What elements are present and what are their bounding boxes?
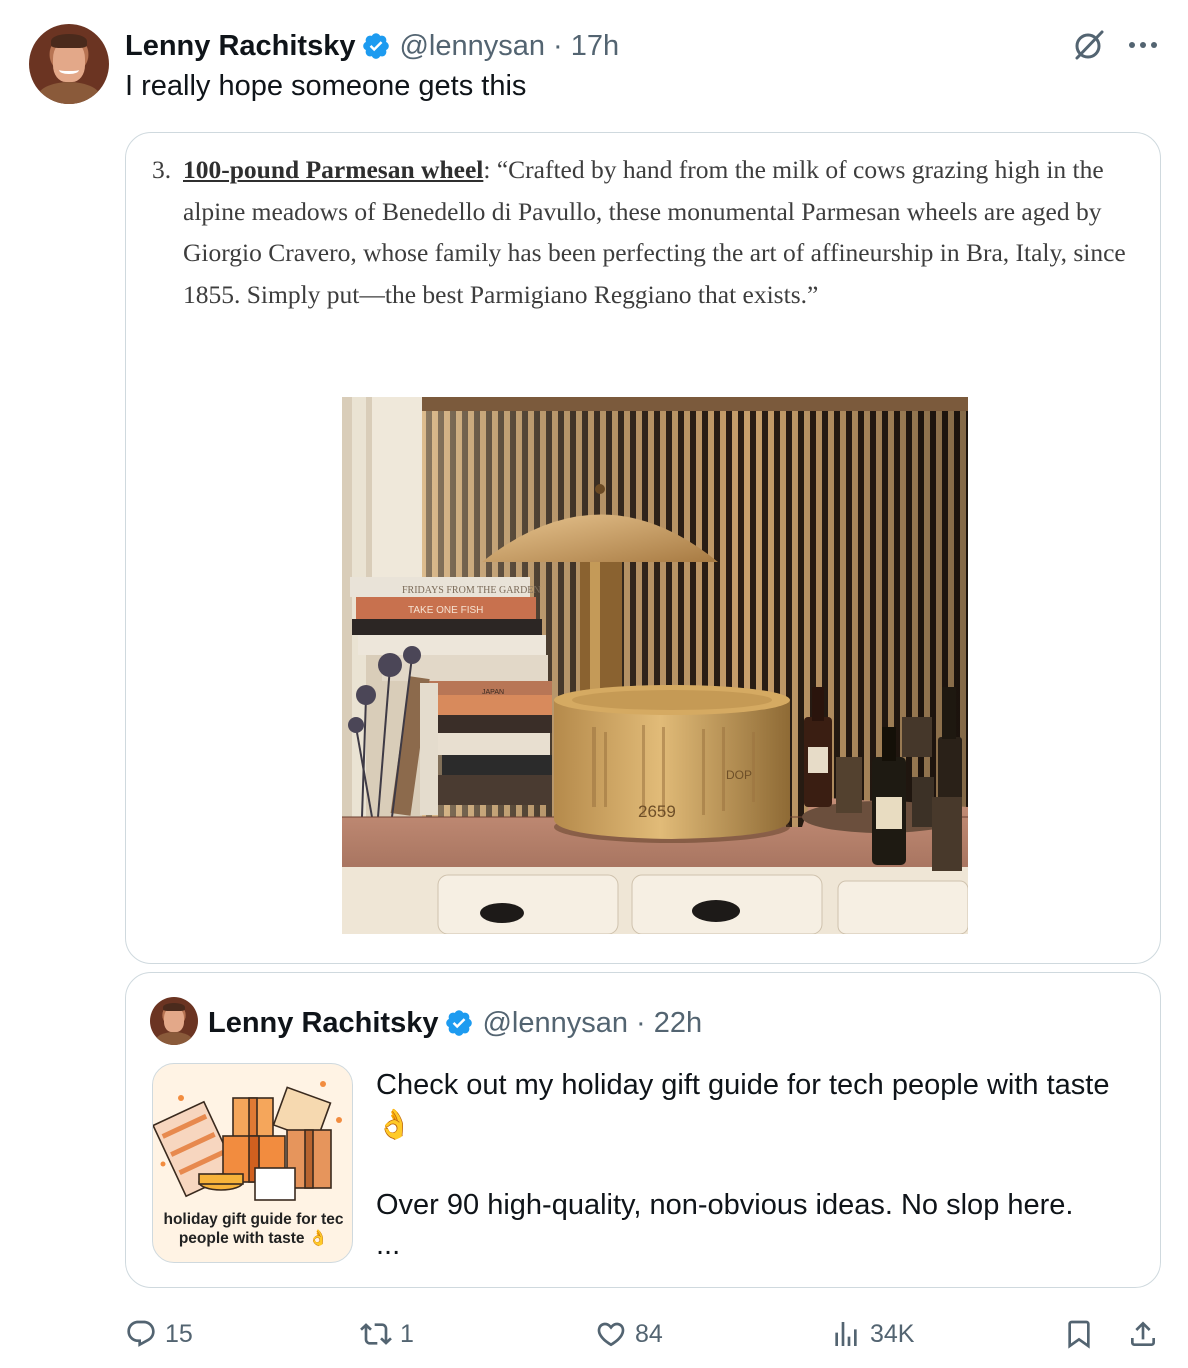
verified-badge-icon (446, 1010, 473, 1036)
avatar-smile (59, 66, 79, 74)
book-spine-1: FRIDAYS FROM THE GARDEN (402, 585, 541, 596)
share-icon (1131, 1321, 1155, 1346)
more-dot-icon (1140, 42, 1146, 48)
book-spine-3: JAPAN (482, 689, 504, 696)
gift-boxes-illustration (153, 1081, 342, 1201)
avatar-hair (50, 33, 88, 48)
reply-button[interactable]: 15 (125, 1310, 193, 1358)
repost-icon (360, 1323, 392, 1345)
more-dot-icon (1129, 42, 1135, 48)
tweet-header: Lenny Rachitsky @lennysan · 17h (125, 26, 619, 66)
cheese-mark-number: 2659 (638, 802, 676, 821)
grok-icon[interactable] (1072, 28, 1106, 62)
avatar-shirt (154, 1031, 194, 1045)
reply-icon (127, 1320, 155, 1347)
book-spine-2: TAKE ONE FISH (408, 605, 483, 616)
quoted-tweet-text: Check out my holiday gift guide for tech… (376, 1065, 1146, 1265)
avatar-shirt (37, 81, 101, 104)
header-separator: · (636, 1006, 646, 1039)
share-button[interactable] (1127, 1310, 1159, 1358)
avatar-hair (162, 1002, 186, 1012)
tweet-timestamp[interactable]: 17h (571, 30, 619, 63)
excerpt-number: 3. (152, 155, 172, 184)
views-button[interactable]: 34K (830, 1310, 914, 1358)
author-name[interactable]: Lenny Rachitsky (125, 30, 355, 63)
quoted-line-1: Check out my holiday gift guide for tech… (376, 1069, 1110, 1141)
views-bar-chart-icon (835, 1322, 857, 1346)
heart-icon (597, 1322, 625, 1347)
thumbnail-caption: holiday gift guide for tec people with t… (153, 1210, 352, 1248)
tweet-media-card[interactable]: 3. 100-pound Parmesan wheel: “Crafted by… (125, 132, 1161, 964)
cheese-mark-dop: DOP (726, 768, 752, 782)
quoted-tweet-card[interactable]: Lenny Rachitsky @lennysan · 22h holiday … (125, 972, 1161, 1288)
gift-guide-thumbnail[interactable]: holiday gift guide for tec people with t… (152, 1063, 353, 1263)
like-button[interactable]: 84 (595, 1310, 663, 1358)
quoted-author-avatar[interactable] (150, 997, 198, 1045)
quoted-ellipsis: ... (376, 1229, 401, 1261)
bookmark-button[interactable] (1063, 1310, 1095, 1358)
bookmark-icon (1068, 1320, 1090, 1349)
author-handle[interactable]: @lennysan (399, 30, 545, 63)
article-excerpt: 3. 100-pound Parmesan wheel: “Crafted by… (152, 149, 1142, 315)
excerpt-body: 100-pound Parmesan wheel: “Crafted by ha… (183, 149, 1142, 315)
quoted-line-2: Over 90 high-quality, non-obvious ideas.… (376, 1189, 1074, 1221)
repost-button[interactable]: 1 (360, 1310, 414, 1358)
tweet-action-bar: 15 1 84 34K (125, 1310, 1165, 1360)
quoted-tweet-header: Lenny Rachitsky @lennysan · 22h (208, 1003, 702, 1043)
excerpt-link[interactable]: 100-pound Parmesan wheel (183, 155, 483, 184)
header-separator: · (553, 29, 563, 62)
more-dot-icon (1151, 42, 1157, 48)
thumbnail-caption-text: holiday gift guide for tec people with t… (163, 1211, 344, 1247)
quoted-author-name[interactable]: Lenny Rachitsky (208, 1007, 438, 1040)
author-avatar[interactable] (29, 24, 109, 104)
more-options-icon[interactable] (1124, 28, 1162, 62)
repost-count: 1 (400, 1319, 414, 1348)
like-count: 84 (635, 1319, 663, 1348)
parmesan-kitchen-photo[interactable]: FRIDAYS FROM THE GARDEN TAKE ONE FISH JA… (342, 397, 968, 934)
verified-badge-icon (363, 33, 390, 59)
views-count: 34K (870, 1319, 915, 1348)
quoted-timestamp[interactable]: 22h (654, 1007, 702, 1040)
tweet-text: I really hope someone gets this (125, 70, 527, 102)
reply-count: 15 (165, 1319, 193, 1348)
quoted-author-handle[interactable]: @lennysan (482, 1007, 628, 1040)
